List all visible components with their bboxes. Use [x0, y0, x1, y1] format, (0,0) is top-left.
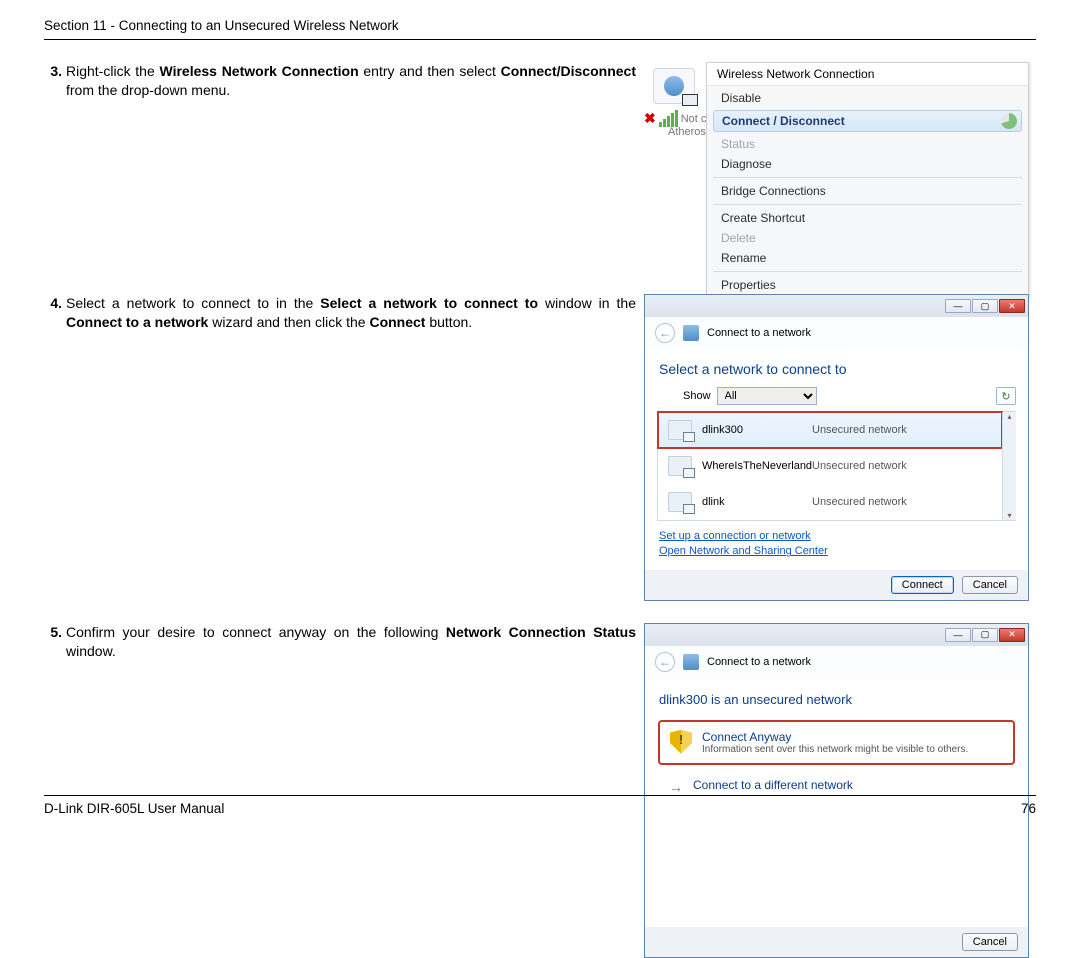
figure-connection-status-window: — ▢ ✕ ← Connect to a network dlink300 is…: [644, 623, 1029, 958]
context-menu: Disable Connect / Disconnect Status Diag…: [707, 86, 1028, 297]
step-3: 3. Right-click the Wireless Network Conn…: [44, 62, 644, 100]
minimize-button[interactable]: —: [945, 628, 971, 642]
connection-icon: [653, 68, 695, 104]
adapter-icon: [668, 456, 692, 476]
menu-shortcut[interactable]: Create Shortcut: [707, 208, 1028, 228]
menu-status: Status: [707, 134, 1028, 154]
adapter-label: Atheros: [668, 126, 706, 138]
close-button[interactable]: ✕: [999, 299, 1025, 313]
network-icon: [683, 654, 699, 670]
maximize-button[interactable]: ▢: [972, 628, 998, 642]
prompt-text: dlink300 is an unsecured network: [657, 688, 1016, 721]
figure-select-network-window: — ▢ ✕ ← Connect to a network Select a ne…: [644, 294, 1029, 601]
menu-connect-disconnect[interactable]: Connect / Disconnect: [713, 110, 1022, 132]
connect-button[interactable]: Connect: [891, 576, 954, 594]
menu-rename[interactable]: Rename: [707, 248, 1028, 268]
cancel-button[interactable]: Cancel: [962, 933, 1018, 951]
adapter-icon: [668, 420, 692, 440]
step-number: 4.: [44, 294, 62, 332]
x-icon: ✖: [644, 110, 656, 127]
busy-icon: [1001, 113, 1017, 129]
network-name: dlink: [702, 496, 802, 508]
option-connect-anyway[interactable]: Connect Anyway Information sent over thi…: [659, 721, 1014, 764]
step-text: Right-click the Wireless Network Connect…: [66, 62, 636, 100]
menu-diagnose[interactable]: Diagnose: [707, 154, 1028, 174]
panel-title: Wireless Network Connection: [707, 63, 1028, 86]
minimize-button[interactable]: —: [945, 299, 971, 313]
figure-context-menu: ✖ Not con Atheros Wireless Network Conne…: [644, 62, 1029, 272]
menu-bridge[interactable]: Bridge Connections: [707, 181, 1028, 201]
show-dropdown[interactable]: All: [717, 387, 817, 405]
arrow-icon: →: [669, 778, 683, 795]
page-footer: D-Link DIR-605L User Manual 76: [44, 795, 1036, 816]
title-bar: — ▢ ✕: [645, 624, 1028, 646]
wizard-title: Connect to a network: [707, 327, 811, 339]
network-item[interactable]: dlink Unsecured network: [658, 484, 1002, 520]
shield-warning-icon: [670, 730, 692, 754]
option-description: Information sent over this network might…: [702, 744, 968, 755]
network-name: dlink300: [702, 424, 802, 436]
scrollbar[interactable]: [1002, 412, 1016, 520]
menu-properties[interactable]: Properties: [707, 275, 1028, 295]
step-number: 3.: [44, 62, 62, 100]
refresh-button[interactable]: ↻: [996, 387, 1016, 405]
prompt-text: Select a network to connect to: [657, 359, 1016, 387]
network-list: dlink300 Unsecured network WhereIsTheNev…: [657, 411, 1016, 521]
step-4: 4. Select a network to connect to in the…: [44, 294, 644, 332]
step-number: 5.: [44, 623, 62, 661]
network-type: Unsecured network: [812, 496, 907, 508]
step-5: 5. Confirm your desire to connect anyway…: [44, 623, 644, 661]
link-setup-connection[interactable]: Set up a connection or network: [659, 529, 1014, 544]
step-text: Select a network to connect to in the Se…: [66, 294, 636, 332]
back-button[interactable]: ←: [655, 652, 675, 672]
network-type: Unsecured network: [812, 424, 907, 436]
menu-disable[interactable]: Disable: [707, 88, 1028, 108]
back-button[interactable]: ←: [655, 323, 675, 343]
show-label: Show: [683, 390, 711, 402]
network-item-selected[interactable]: dlink300 Unsecured network: [658, 412, 1002, 448]
adapter-icon: [668, 492, 692, 512]
option-title: Connect to a different network: [693, 778, 853, 792]
step-text: Confirm your desire to connect anyway on…: [66, 623, 636, 661]
network-icon: [683, 325, 699, 341]
page-number: 76: [1021, 801, 1036, 816]
signal-icon: [659, 110, 678, 127]
option-title: Connect Anyway: [702, 730, 968, 744]
network-type: Unsecured network: [812, 460, 907, 472]
cancel-button[interactable]: Cancel: [962, 576, 1018, 594]
page-header: Section 11 - Connecting to an Unsecured …: [44, 18, 1036, 40]
title-bar: — ▢ ✕: [645, 295, 1028, 317]
network-item[interactable]: WhereIsTheNeverland Unsecured network: [658, 448, 1002, 484]
wizard-title: Connect to a network: [707, 656, 811, 668]
manual-title: D-Link DIR-605L User Manual: [44, 801, 224, 816]
link-open-sharing-center[interactable]: Open Network and Sharing Center: [659, 544, 1014, 559]
maximize-button[interactable]: ▢: [972, 299, 998, 313]
close-button[interactable]: ✕: [999, 628, 1025, 642]
network-name: WhereIsTheNeverland: [702, 460, 802, 472]
section-title: Section 11 - Connecting to an Unsecured …: [44, 18, 399, 33]
menu-delete: Delete: [707, 228, 1028, 248]
